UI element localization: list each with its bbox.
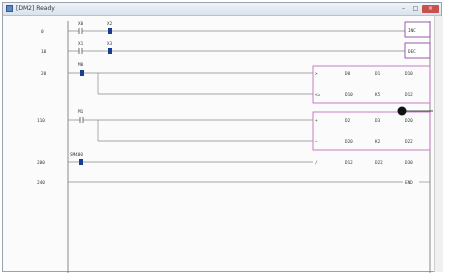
ladder-diagram[interactable]: 0 10 20 110 200 240 X0 X2 INC X1 X3 DEC …	[3, 16, 433, 273]
rung-200[interactable]: SM400 / D12 D22 D30	[68, 152, 413, 166]
contact-label: X1	[78, 41, 84, 47]
instruction-arg: D12	[405, 92, 413, 98]
coil-dec: DEC	[408, 49, 416, 55]
instruction-arg: D22	[375, 160, 383, 166]
contact-label: X2	[107, 21, 113, 27]
instruction-arg: D12	[345, 160, 353, 166]
contact-x0[interactable]: X0	[78, 21, 84, 34]
instruction-op: −	[315, 140, 318, 145]
instruction-arg: D0	[345, 71, 351, 77]
instruction-arg: D2	[345, 118, 351, 124]
app-icon	[6, 5, 13, 12]
rung-number: 10	[41, 49, 47, 55]
instruction-arg: D30	[405, 160, 413, 166]
instruction-arg: K5	[375, 92, 381, 98]
instruction-arg: D3	[375, 118, 381, 124]
contact-label: SM400	[70, 152, 83, 158]
contact-sm400[interactable]: SM400	[70, 152, 83, 165]
rung-number: 0	[41, 29, 44, 35]
maximize-button[interactable]: □	[410, 5, 421, 13]
instruction-arg: D10	[405, 71, 413, 77]
vertical-scrollbar[interactable]	[434, 16, 443, 272]
rung-110[interactable]: M1 + D2 D3 D20 − D20 K2 D22	[68, 109, 431, 151]
contact-x2[interactable]: X2	[107, 21, 113, 34]
contact-label: X0	[78, 21, 84, 27]
rung-240[interactable]: END	[68, 180, 430, 186]
contact-x3[interactable]: X3	[107, 41, 113, 54]
instruction-arg: D22	[405, 139, 413, 145]
window-title: [DM2] Ready	[16, 5, 55, 12]
instruction-op: >	[315, 72, 318, 77]
instruction-arg: D10	[345, 92, 353, 98]
title-bar: [DM2] Ready – □ ×	[3, 3, 441, 16]
instruction-arg: D1	[375, 71, 381, 77]
callout-dot	[397, 106, 407, 116]
contact-label: M1	[78, 109, 84, 115]
rung-number: 110	[37, 118, 45, 124]
contact-label: X3	[107, 41, 113, 47]
instruction-arg: D20	[345, 139, 353, 145]
ladder-editor-window: [DM2] Ready – □ × 0 10 20 110 200 240 X0…	[2, 2, 443, 273]
instruction-op: <=	[315, 93, 321, 98]
close-button[interactable]: ×	[422, 5, 439, 13]
contact-m0[interactable]: M0	[78, 62, 84, 76]
rung-number: 200	[37, 160, 45, 166]
contact-x1[interactable]: X1	[78, 41, 84, 54]
contact-label: M0	[78, 62, 84, 68]
coil-end: END	[405, 180, 413, 186]
instruction-op: /	[315, 160, 318, 166]
rung-0[interactable]: X0 X2 INC	[68, 21, 431, 38]
contact-m1[interactable]: M1	[78, 109, 84, 123]
instruction-arg: D20	[405, 118, 413, 124]
instruction-op: +	[315, 119, 318, 124]
rung-10[interactable]: X1 X3 DEC	[68, 41, 431, 59]
instruction-arg: K2	[375, 139, 381, 145]
rung-number: 20	[41, 71, 47, 77]
rung-number: 240	[37, 180, 45, 186]
coil-inc: INC	[408, 28, 416, 34]
minimize-button[interactable]: –	[398, 5, 409, 13]
rung-20[interactable]: M0 > D0 D1 D10 <= D10 K5 D12	[68, 62, 431, 104]
